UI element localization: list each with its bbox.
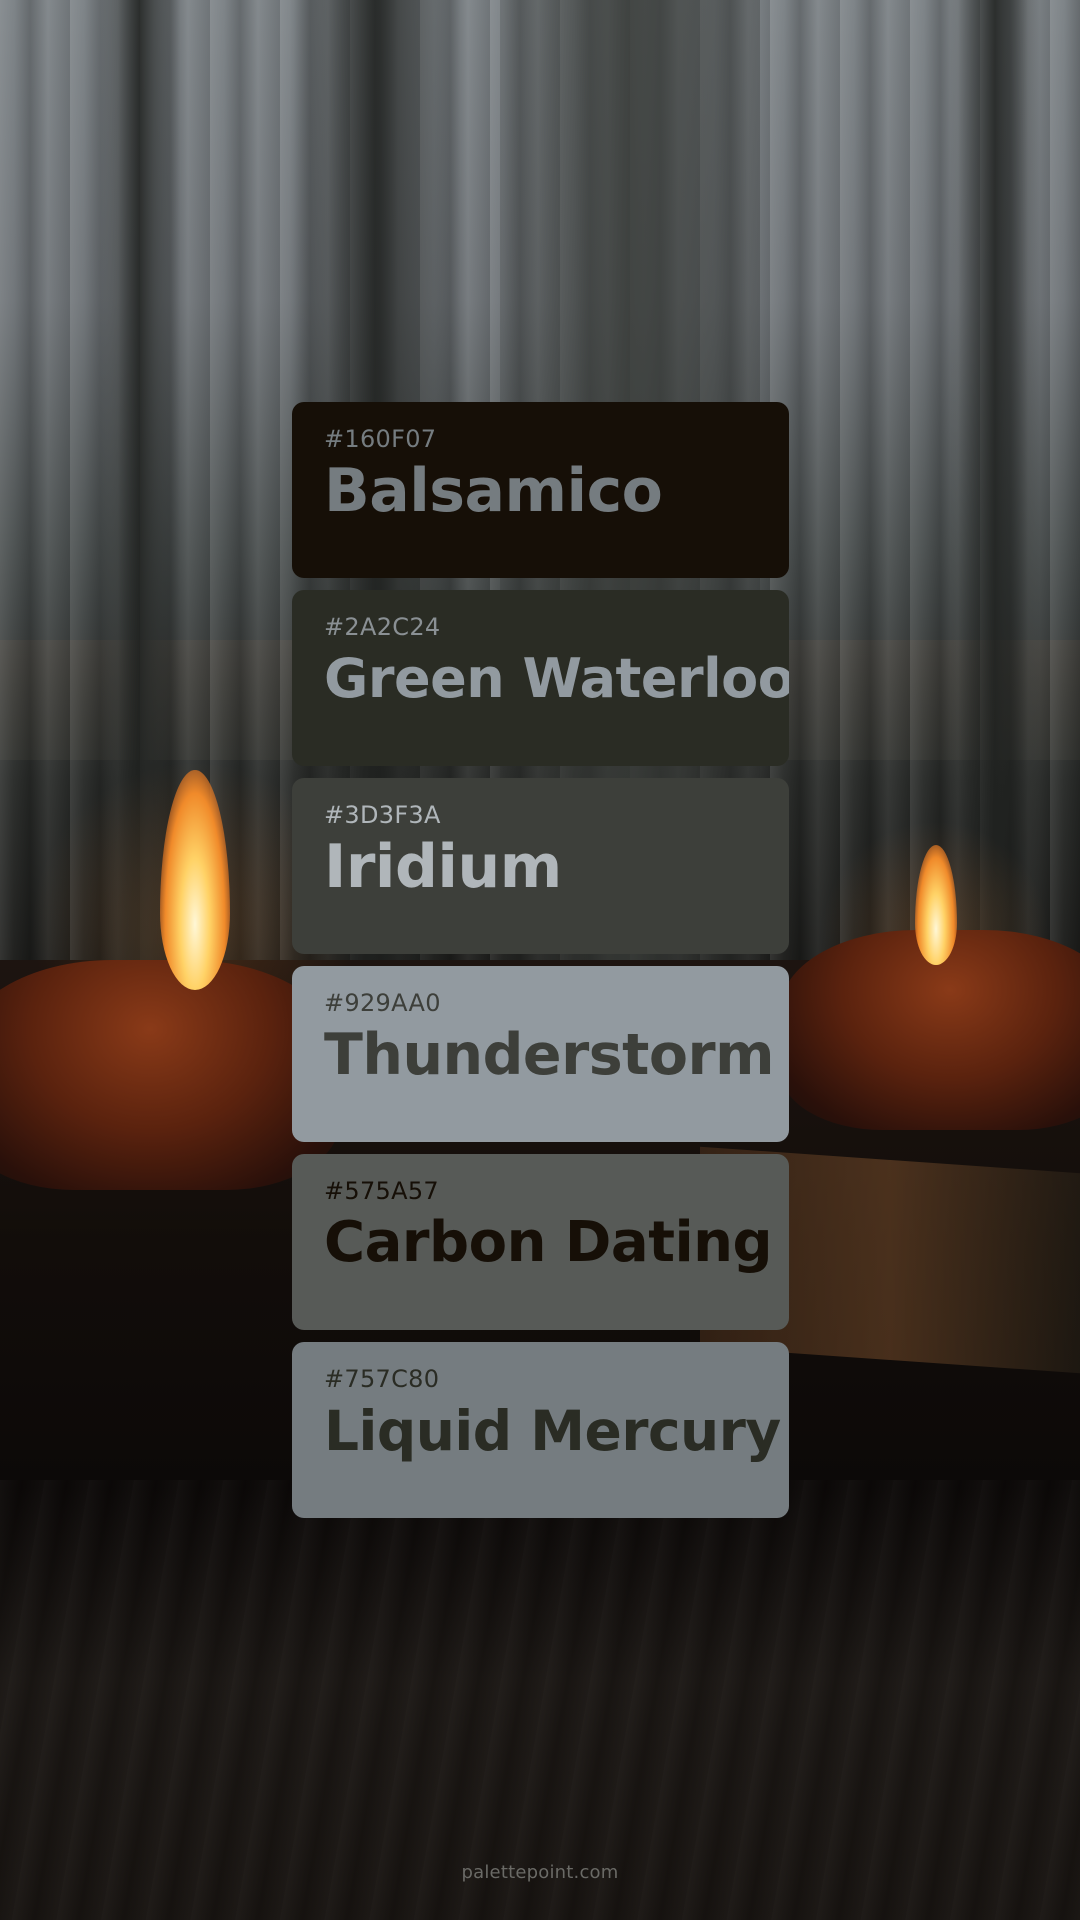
swatch-card: #3D3F3A Iridium — [292, 778, 789, 954]
swatch-name: Green Waterloo — [324, 647, 789, 710]
swatch-name: Balsamico — [324, 456, 663, 526]
swatch-name: Thunderstorm — [324, 1022, 775, 1088]
swatch-card: #575A57 Carbon Dating — [292, 1154, 789, 1330]
swatch-name: Liquid Mercury — [324, 1399, 781, 1463]
swatch-hex: #757C80 — [324, 1365, 440, 1393]
swatch-card: #2A2C24 Green Waterloo — [292, 590, 789, 766]
swatch-list: #160F07 Balsamico #2A2C24 Green Waterloo… — [292, 402, 789, 1530]
swatch-hex: #575A57 — [324, 1177, 439, 1205]
swatch-card: #160F07 Balsamico — [292, 402, 789, 578]
swatch-name: Iridium — [324, 832, 562, 902]
swatch-hex: #3D3F3A — [324, 801, 441, 829]
swatch-card: #757C80 Liquid Mercury — [292, 1342, 789, 1518]
swatch-hex: #929AA0 — [324, 989, 441, 1017]
palette-poster: #160F07 Balsamico #2A2C24 Green Waterloo… — [0, 0, 1080, 1920]
footer-site-link[interactable]: palettepoint.com — [0, 1862, 1080, 1883]
candle-holder-left — [0, 960, 340, 1190]
swatch-name: Carbon Dating — [324, 1210, 773, 1275]
swatch-hex: #2A2C24 — [324, 613, 441, 641]
swatch-hex: #160F07 — [324, 425, 437, 453]
swatch-card: #929AA0 Thunderstorm — [292, 966, 789, 1142]
wood-grain — [0, 1480, 1080, 1920]
